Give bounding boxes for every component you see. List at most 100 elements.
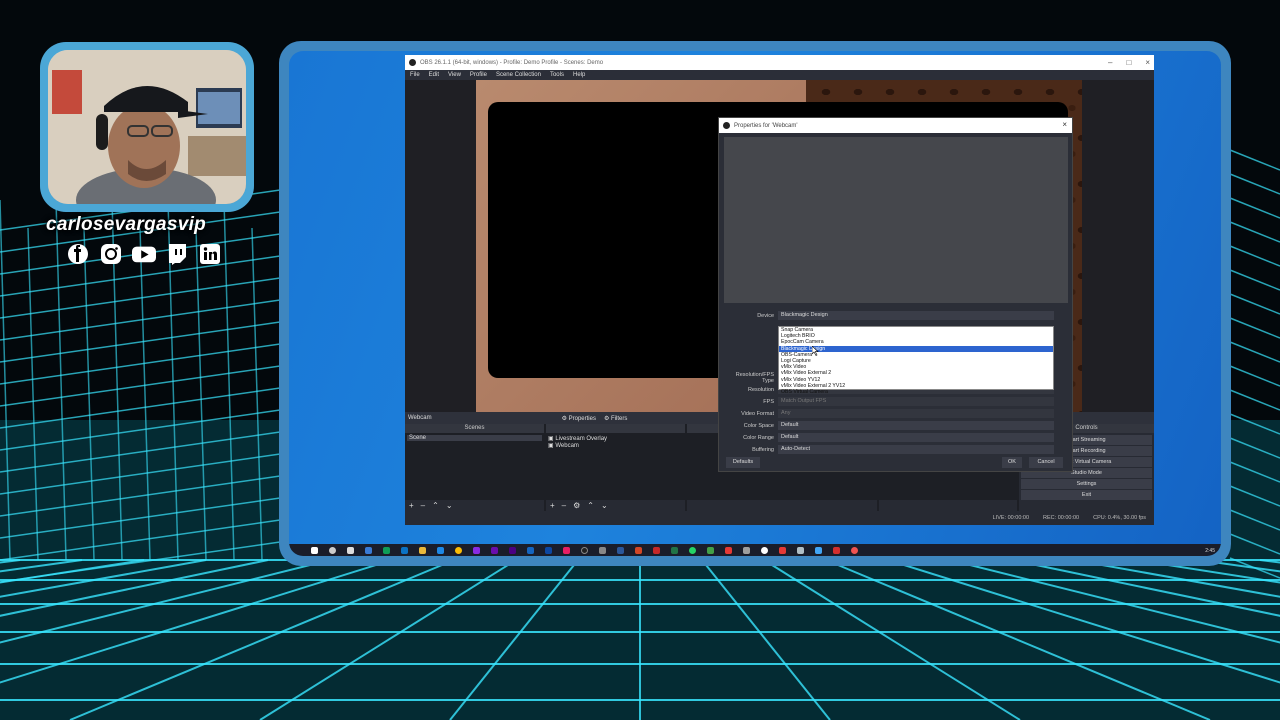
fps-label: FPS bbox=[763, 398, 774, 405]
menu-profile[interactable]: Profile bbox=[470, 72, 487, 78]
sources-header bbox=[546, 424, 685, 433]
windows-desktop: OBS 26.1.1 (64-bit, windows) - Profile: … bbox=[289, 51, 1221, 556]
scenes-header: Scenes bbox=[405, 424, 544, 433]
source-item-webcam[interactable]: ▣ Webcam bbox=[548, 442, 683, 449]
color-space-row: Color Space Default bbox=[724, 421, 1054, 430]
start-icon[interactable] bbox=[311, 546, 318, 554]
minimize-icon[interactable]: – bbox=[1108, 58, 1112, 67]
obs-taskbar-icon[interactable] bbox=[581, 546, 588, 554]
app-icon[interactable] bbox=[707, 546, 714, 554]
after-effects-icon[interactable] bbox=[509, 546, 516, 554]
acrobat-icon[interactable] bbox=[833, 546, 840, 554]
ok-button[interactable]: OK bbox=[1002, 457, 1022, 468]
menu-file[interactable]: File bbox=[410, 72, 420, 78]
device-option[interactable]: OBS Virtual Camera bbox=[779, 389, 1053, 395]
app-icon[interactable] bbox=[653, 546, 660, 554]
source-down-icon[interactable]: ⌄ bbox=[601, 501, 608, 510]
youtube-taskbar-icon[interactable] bbox=[725, 546, 732, 554]
obs-window: OBS 26.1.1 (64-bit, windows) - Profile: … bbox=[405, 55, 1154, 525]
menu-view[interactable]: View bbox=[448, 72, 461, 78]
store-icon[interactable] bbox=[437, 546, 444, 554]
dialog-preview bbox=[724, 137, 1068, 303]
app-icon[interactable] bbox=[761, 546, 768, 554]
source-item-overlay[interactable]: ▣ Livestream Overlay bbox=[548, 435, 683, 442]
add-scene-icon[interactable]: + bbox=[409, 501, 414, 510]
add-source-icon[interactable]: + bbox=[550, 501, 555, 510]
search-icon[interactable] bbox=[329, 546, 336, 554]
word-icon[interactable] bbox=[617, 546, 624, 554]
taskbar-clock[interactable]: 2:45 bbox=[1205, 548, 1215, 554]
settings-button[interactable]: Settings bbox=[1021, 479, 1152, 489]
filters-button[interactable]: ⚙ Filters bbox=[604, 415, 627, 422]
video-format-select[interactable]: Any bbox=[778, 409, 1054, 418]
remove-scene-icon[interactable]: – bbox=[421, 501, 425, 510]
color-space-label: Color Space bbox=[743, 422, 774, 429]
scenes-dock: Scenes Scene + – ⌃ ⌄ bbox=[405, 424, 544, 511]
webcam-overlay bbox=[40, 42, 254, 212]
source-item-webcam-label: Webcam bbox=[555, 443, 579, 449]
media-encoder-icon[interactable] bbox=[491, 546, 498, 554]
move-down-icon[interactable]: ⌄ bbox=[446, 501, 453, 510]
obs-menu-bar: File Edit View Profile Scene Collection … bbox=[405, 70, 1154, 80]
app-icon[interactable] bbox=[851, 546, 858, 554]
premiere-icon[interactable] bbox=[473, 546, 480, 554]
excel-icon[interactable] bbox=[671, 546, 678, 554]
filters-label: Filters bbox=[611, 415, 628, 422]
chrome-icon[interactable] bbox=[455, 546, 462, 554]
mouse-cursor-icon bbox=[812, 346, 819, 356]
explorer-icon[interactable] bbox=[419, 546, 426, 554]
exit-button[interactable]: Exit bbox=[1021, 490, 1152, 500]
menu-edit[interactable]: Edit bbox=[429, 72, 439, 78]
dialog-close-icon[interactable]: × bbox=[1062, 120, 1067, 129]
obs-title: OBS 26.1.1 (64-bit, windows) - Profile: … bbox=[420, 59, 604, 66]
color-range-select[interactable]: Default bbox=[778, 433, 1054, 442]
cpu-fps: CPU: 0.4%, 30.00 fps bbox=[1093, 515, 1146, 521]
app-icon[interactable] bbox=[743, 546, 750, 554]
task-view-icon[interactable] bbox=[347, 546, 354, 554]
app-icon[interactable] bbox=[815, 546, 822, 554]
dialog-title-bar[interactable]: Properties for 'Webcam' × bbox=[719, 118, 1072, 133]
outlook-icon[interactable] bbox=[401, 546, 408, 554]
fps-select[interactable]: Match Output FPS bbox=[778, 397, 1054, 406]
app-icon[interactable] bbox=[797, 546, 804, 554]
buffering-row: Buffering Auto-Detect bbox=[724, 445, 1054, 454]
facebook-icon bbox=[66, 242, 90, 266]
maximize-icon[interactable]: □ bbox=[1126, 58, 1131, 67]
whatsapp-icon[interactable] bbox=[689, 546, 696, 554]
app-icon[interactable] bbox=[779, 546, 786, 554]
buffering-label: Buffering bbox=[752, 446, 774, 453]
defaults-button[interactable]: Defaults bbox=[726, 457, 760, 468]
move-up-icon[interactable]: ⌃ bbox=[432, 501, 439, 510]
instagram-icon bbox=[99, 242, 123, 266]
properties-button[interactable]: ⚙ Properties bbox=[562, 415, 596, 422]
rec-time: REC: 00:00:00 bbox=[1043, 515, 1080, 521]
scene-item[interactable]: Scene bbox=[407, 435, 542, 441]
close-icon[interactable]: × bbox=[1145, 58, 1150, 67]
edge-icon[interactable] bbox=[383, 546, 390, 554]
device-label: Device bbox=[757, 312, 774, 319]
obs-title-bar[interactable]: OBS 26.1.1 (64-bit, windows) - Profile: … bbox=[405, 55, 1154, 70]
streamer-handle: carlosevargasvip bbox=[46, 214, 207, 235]
menu-scene-collection[interactable]: Scene Collection bbox=[496, 72, 541, 78]
app-icon[interactable] bbox=[599, 546, 606, 554]
photoshop-icon[interactable] bbox=[527, 546, 534, 554]
video-format-label: Video Format bbox=[741, 410, 774, 417]
buffering-select[interactable]: Auto-Detect bbox=[778, 445, 1054, 454]
menu-tools[interactable]: Tools bbox=[550, 72, 564, 78]
cancel-button[interactable]: Cancel bbox=[1029, 457, 1063, 468]
twitch-icon bbox=[165, 242, 189, 266]
powerpoint-icon[interactable] bbox=[635, 546, 642, 554]
app-icon[interactable] bbox=[365, 546, 372, 554]
source-up-icon[interactable]: ⌃ bbox=[587, 501, 594, 510]
youtube-icon bbox=[132, 242, 156, 266]
app-icon[interactable] bbox=[563, 546, 570, 554]
color-space-select[interactable]: Default bbox=[778, 421, 1054, 430]
source-settings-icon[interactable]: ⚙ bbox=[573, 501, 580, 510]
device-dropdown-list: Snap Camera Logitech BRIO EpocCam Camera… bbox=[778, 326, 1054, 395]
remove-source-icon[interactable]: – bbox=[562, 501, 566, 510]
live-time: LIVE: 00:00:00 bbox=[992, 515, 1030, 521]
device-select[interactable]: Blackmagic Design bbox=[778, 311, 1054, 320]
menu-help[interactable]: Help bbox=[573, 72, 585, 78]
social-icons bbox=[66, 242, 222, 266]
ps-icon[interactable] bbox=[545, 546, 552, 554]
